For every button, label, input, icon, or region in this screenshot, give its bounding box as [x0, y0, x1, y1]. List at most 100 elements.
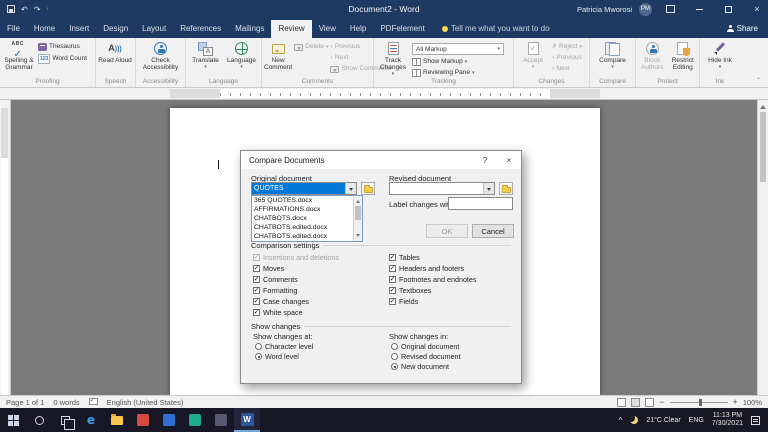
read-aloud-button[interactable]: A))) Read Aloud	[98, 40, 132, 64]
vertical-ruler[interactable]	[0, 100, 11, 395]
hide-ink-button[interactable]: Hide Ink ▾	[703, 40, 737, 71]
horizontal-ruler[interactable]	[0, 88, 768, 100]
clock[interactable]: 11:13 PM 7/30/2021	[712, 412, 743, 428]
new-comment-button[interactable]: New Comment	[264, 40, 292, 71]
collapse-ribbon-button[interactable]: ⌃	[756, 78, 762, 84]
taskbar-file-explorer-button[interactable]	[104, 408, 130, 432]
read-mode-icon[interactable]	[617, 397, 627, 407]
list-scrollbar[interactable]	[353, 196, 362, 241]
restrict-editing-button[interactable]: Restrict Editing	[669, 40, 698, 71]
ribbon-display-options-button[interactable]	[659, 0, 681, 18]
scroll-up-icon[interactable]	[758, 100, 768, 110]
notification-center-icon[interactable]	[751, 415, 760, 425]
language-indicator[interactable]: English (United States)	[107, 398, 184, 407]
share-button[interactable]: Share	[726, 24, 768, 38]
redo-button[interactable]: ↷	[34, 3, 41, 15]
reject-button[interactable]: ✗ Reject ▾	[552, 43, 582, 51]
radio-original-document[interactable]: Original document	[391, 342, 459, 351]
dropdown-arrow-button[interactable]	[483, 183, 494, 194]
save-button[interactable]	[7, 3, 15, 15]
list-item[interactable]: CHATBOTS.docx	[252, 214, 353, 223]
revised-document-dropdown[interactable]	[389, 182, 495, 195]
tab-references[interactable]: References	[173, 20, 228, 38]
start-button[interactable]	[0, 408, 26, 432]
print-layout-icon[interactable]	[631, 397, 641, 407]
maximize-button[interactable]	[717, 0, 739, 18]
scrollbar-thumb[interactable]	[760, 112, 766, 182]
word-count-button[interactable]: 123 Word Count	[38, 54, 87, 64]
weather-status[interactable]: 21°C Clear	[646, 417, 680, 424]
dialog-help-button[interactable]: ?	[473, 151, 497, 169]
checkbox-insertions-deletions[interactable]: ✓ Insertions and deletions	[253, 253, 339, 262]
close-button[interactable]: ×	[746, 0, 768, 18]
tab-view[interactable]: View	[312, 20, 343, 38]
tab-review[interactable]: Review	[271, 20, 312, 38]
original-document-dropdown[interactable]: QUOTES	[251, 182, 357, 195]
compare-button[interactable]: Compare ▾	[596, 40, 630, 71]
taskbar-app-button-3[interactable]	[182, 408, 208, 432]
previous-change-button[interactable]: ‹ Previous	[552, 54, 582, 62]
radio-revised-document[interactable]: Revised document	[391, 352, 461, 361]
block-authors-button[interactable]: Block Authors	[638, 40, 667, 71]
zoom-slider-thumb[interactable]	[698, 398, 702, 406]
checkbox-white-space[interactable]: ✓ White space	[253, 308, 303, 317]
tab-pdfelement[interactable]: PDFelement	[373, 20, 431, 38]
vertical-scrollbar[interactable]	[757, 100, 768, 395]
zoom-in-button[interactable]: +	[733, 397, 738, 407]
list-item[interactable]: CHATBOTS.edited.docx	[252, 232, 353, 241]
check-accessibility-button[interactable]: Check Accessibility	[139, 40, 183, 71]
proofing-status-icon[interactable]	[88, 396, 98, 407]
spelling-grammar-button[interactable]: ABC ✓ Spelling & Grammar	[2, 40, 36, 71]
translate-button[interactable]: A Translate ▾	[189, 40, 223, 71]
checkbox-case-changes[interactable]: ✓ Case changes	[253, 297, 309, 306]
tab-layout[interactable]: Layout	[135, 20, 173, 38]
reviewing-pane-button[interactable]: Reviewing Pane ▾	[412, 69, 504, 77]
zoom-out-button[interactable]: −	[659, 397, 664, 407]
list-item[interactable]: CHATBOTS.edited.docx	[252, 223, 353, 232]
checkbox-textboxes[interactable]: ✓ Textboxes	[389, 286, 431, 295]
taskbar-edge-button[interactable]: e	[78, 408, 104, 432]
cancel-button[interactable]: Cancel	[472, 224, 514, 238]
minimize-button[interactable]	[688, 0, 710, 18]
dialog-title-bar[interactable]: Compare Documents ? ×	[241, 151, 521, 169]
tab-mailings[interactable]: Mailings	[228, 20, 271, 38]
delete-comment-button[interactable]: Delete ▾	[294, 43, 328, 51]
display-for-review-dropdown[interactable]: All Markup ▾	[412, 43, 504, 55]
input-language-indicator[interactable]: ENG	[689, 417, 704, 424]
task-view-button[interactable]	[52, 408, 78, 432]
tab-file[interactable]: File	[0, 20, 27, 38]
checkbox-headers-footers[interactable]: ✓ Headers and footers	[389, 264, 464, 273]
page-indicator[interactable]: Page 1 of 1	[6, 398, 44, 407]
undo-button[interactable]: ↶	[21, 3, 28, 15]
label-changes-input[interactable]	[448, 197, 513, 210]
thesaurus-button[interactable]: Thesaurus	[38, 43, 87, 51]
tab-home[interactable]: Home	[27, 20, 62, 38]
dropdown-arrow-button[interactable]	[345, 183, 356, 194]
radio-new-document[interactable]: New document	[391, 362, 449, 371]
taskbar-app-button-4[interactable]	[208, 408, 234, 432]
taskbar-app-button-1[interactable]	[130, 408, 156, 432]
checkbox-fields[interactable]: ✓ Fields	[389, 297, 418, 306]
language-button[interactable]: Language ▾	[225, 40, 259, 71]
avatar[interactable]: PM	[639, 2, 652, 16]
zoom-level[interactable]: 100%	[743, 398, 762, 407]
scroll-up-icon[interactable]	[356, 196, 360, 205]
show-markup-button[interactable]: Show Markup ▾	[412, 58, 504, 66]
track-changes-button[interactable]: Track Changes ▾	[376, 40, 410, 78]
checkbox-formatting[interactable]: ✓ Formatting	[253, 286, 297, 295]
search-button[interactable]	[26, 408, 52, 432]
radio-character-level[interactable]: Character level	[255, 342, 313, 351]
list-item[interactable]: AFFIRMATIONS.docx	[252, 205, 353, 214]
ok-button[interactable]: OK	[426, 224, 468, 238]
radio-word-level[interactable]: Word level	[255, 352, 299, 361]
qat-customize-button[interactable]: ▾	[46, 3, 49, 15]
checkbox-comments[interactable]: ✓ Comments	[253, 275, 298, 284]
word-count-indicator[interactable]: 0 words	[53, 398, 79, 407]
scrollbar-thumb[interactable]	[355, 206, 361, 220]
dialog-close-button[interactable]: ×	[497, 151, 521, 169]
list-item[interactable]: 365 QUOTES.docx	[252, 196, 353, 205]
next-change-button[interactable]: › Next	[552, 65, 582, 73]
taskbar-word-button[interactable]: W	[234, 408, 260, 432]
scroll-down-icon[interactable]	[356, 232, 360, 241]
revised-browse-button[interactable]	[499, 182, 513, 195]
